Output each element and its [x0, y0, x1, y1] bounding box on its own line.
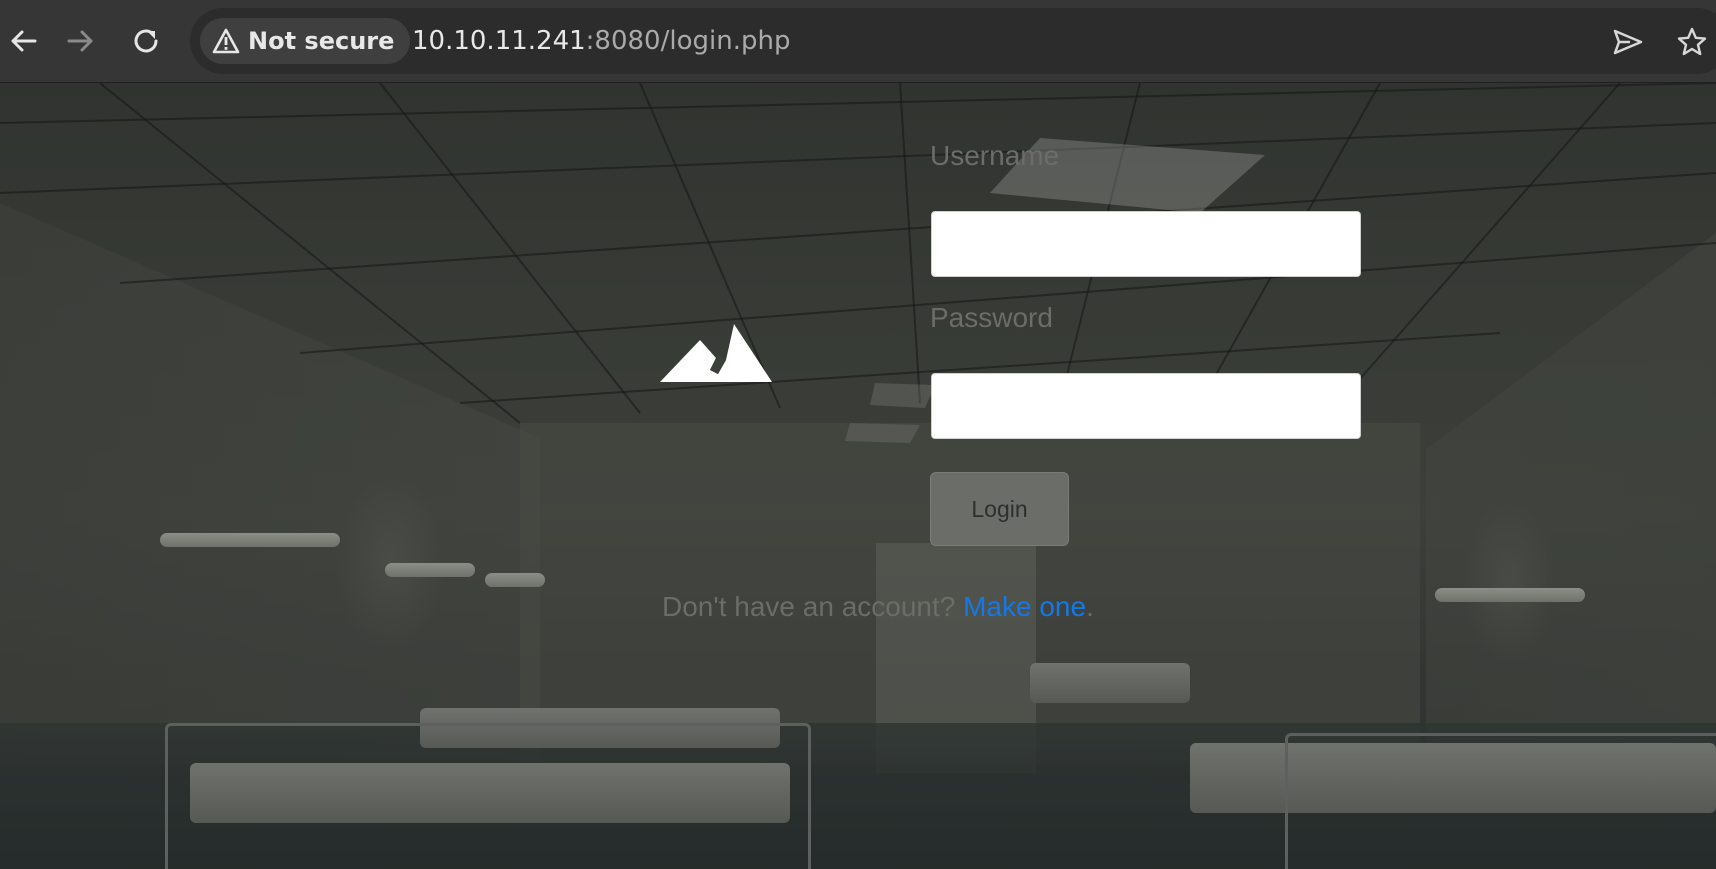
bookmark-button[interactable]	[1672, 22, 1712, 62]
security-label: Not secure	[248, 27, 395, 55]
signup-text: Don't have an account?	[662, 591, 964, 622]
address-bar[interactable]: Not secure 10.10.11.241:8080/login.php	[190, 8, 1716, 74]
star-icon	[1677, 27, 1707, 56]
send-icon	[1613, 29, 1643, 55]
send-button[interactable]	[1608, 22, 1648, 62]
password-input[interactable]	[931, 373, 1361, 439]
mountain-logo-icon	[660, 324, 772, 382]
arrow-left-icon	[11, 30, 37, 52]
browser-toolbar: Not secure 10.10.11.241:8080/login.php	[0, 0, 1716, 83]
arrow-right-icon	[67, 30, 93, 52]
reload-icon	[134, 29, 158, 53]
site-info-chip[interactable]: Not secure	[200, 18, 411, 64]
forward-button[interactable]	[58, 18, 104, 64]
login-button[interactable]: Login	[930, 472, 1069, 546]
make-account-link[interactable]: Make one	[963, 591, 1086, 622]
signup-prompt: Don't have an account? Make one.	[662, 591, 1094, 623]
username-label: Username	[930, 140, 1060, 171]
background-dim-overlay	[0, 83, 1716, 869]
password-label: Password	[930, 302, 1053, 333]
page-viewport: Username Password Login Don't have an ac…	[0, 83, 1716, 869]
signup-suffix: .	[1086, 591, 1094, 622]
back-button[interactable]	[0, 18, 46, 64]
url-text[interactable]: 10.10.11.241:8080/login.php	[412, 8, 790, 74]
url-host: 10.10.11.241	[412, 26, 586, 56]
username-input[interactable]	[931, 211, 1361, 277]
url-path: :8080/login.php	[585, 26, 791, 56]
reload-button[interactable]	[123, 18, 169, 64]
warning-triangle-icon	[212, 28, 240, 54]
